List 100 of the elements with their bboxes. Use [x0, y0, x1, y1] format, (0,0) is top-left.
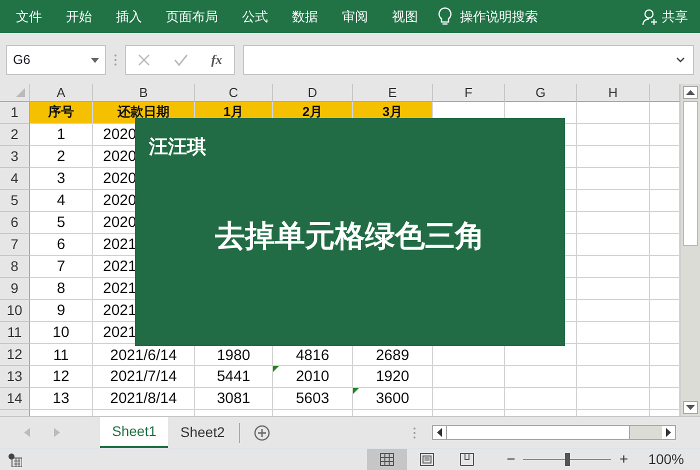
table-cell: 1: [56, 126, 66, 143]
table-cell: 2021/7/14: [110, 368, 177, 385]
table-cell: 7: [56, 258, 66, 275]
table-cell: 3600: [376, 390, 410, 407]
scroll-left-icon[interactable]: [433, 426, 446, 439]
table-cell: 1月: [223, 103, 244, 120]
row-header[interactable]: 4: [0, 168, 30, 190]
table-cell: 4: [56, 192, 66, 209]
ribbon-tab[interactable]: 视图: [380, 0, 430, 33]
chevron-down-icon[interactable]: [676, 57, 685, 63]
table-cell: 2021/6/14: [110, 347, 177, 364]
table-cell: 2689: [376, 347, 410, 364]
table-cell: 2020: [103, 170, 136, 187]
horizontal-scrollbar[interactable]: [432, 425, 676, 440]
table-cell: 5441: [216, 368, 250, 385]
column-header[interactable]: H: [577, 84, 650, 102]
table-cell: 2020: [103, 214, 136, 231]
row-header[interactable]: 11: [0, 322, 30, 344]
empty-cell: [505, 388, 577, 410]
sheet-tab[interactable]: Sheet1: [100, 417, 168, 448]
ribbon-tab[interactable]: 文件: [4, 0, 54, 33]
row-header[interactable]: 9: [0, 278, 30, 300]
ribbon-tab[interactable]: 页面布局: [154, 0, 230, 33]
formula-input[interactable]: [243, 45, 694, 75]
scroll-up-icon[interactable]: [683, 86, 698, 99]
table-cell: 2: [56, 148, 66, 165]
row-header[interactable]: 1: [0, 102, 30, 124]
row-header[interactable]: 5: [0, 190, 30, 212]
ribbon-tab[interactable]: 审阅: [330, 0, 380, 33]
zoom-out-button[interactable]: −: [502, 450, 520, 470]
table-cell: 2021: [103, 258, 136, 275]
ribbon-tab[interactable]: 公式: [230, 0, 280, 33]
table-cell: 13: [52, 390, 70, 407]
zoom-in-button[interactable]: +: [615, 450, 632, 470]
table-cell: 1920: [376, 368, 410, 385]
grid-icon: [380, 453, 394, 466]
view-button[interactable]: [366, 448, 407, 470]
vertical-scrollbar[interactable]: [680, 84, 700, 416]
table-cell: 2010: [296, 368, 330, 385]
ribbon-tab[interactable]: 开始: [54, 0, 104, 33]
column-header[interactable]: G: [505, 84, 577, 102]
row-header[interactable]: 2: [0, 124, 30, 146]
table-cell: 2020: [103, 148, 136, 165]
column-header[interactable]: F: [433, 84, 505, 102]
headline: 去掉单元格绿色三角: [215, 219, 485, 255]
scrollbar-thumb[interactable]: [446, 426, 630, 439]
table-cell: 2021: [103, 236, 136, 253]
author-name: 汪汪琪: [149, 136, 206, 160]
table-cell: 8: [56, 280, 66, 297]
table-cell: 2021: [103, 324, 136, 341]
scroll-right-icon[interactable]: [662, 426, 675, 439]
row-header[interactable]: 8: [0, 256, 30, 278]
table-cell: 还款日期: [118, 103, 170, 120]
table-cell: 3月: [382, 103, 403, 120]
table-cell: 1980: [216, 347, 250, 364]
scrollbar-thumb[interactable]: [683, 101, 698, 246]
table-cell: 序号: [48, 103, 74, 120]
slider-thumb[interactable]: [565, 453, 570, 466]
caret-icon: [91, 58, 99, 62]
row-header[interactable]: 12: [0, 344, 30, 366]
column-header[interactable]: A: [30, 84, 93, 102]
table-cell: 5: [56, 214, 66, 231]
table-cell: 2020: [103, 126, 136, 143]
check-icon[interactable]: [174, 54, 188, 66]
macro-record-icon[interactable]: [8, 452, 22, 466]
table-cell: 9: [56, 302, 66, 319]
table-cell: 4816: [296, 347, 330, 364]
row-header[interactable]: 7: [0, 234, 30, 256]
dots-icon: [114, 54, 117, 66]
table-cell: 2020: [103, 192, 136, 209]
table-cell: 3: [56, 170, 66, 187]
sheet-tab[interactable]: Sheet2: [168, 417, 237, 448]
tell-me-search[interactable]: 操作说明搜索: [460, 6, 538, 26]
person-plus-icon: [642, 8, 658, 26]
share-button[interactable]: 共享: [630, 0, 700, 33]
row-header[interactable]: 3: [0, 146, 30, 168]
row-header[interactable]: 13: [0, 366, 30, 388]
column-header[interactable]: E: [353, 84, 433, 102]
table-cell: 5603: [296, 390, 330, 407]
table-cell: 11: [53, 347, 69, 364]
table-cell: 3081: [216, 390, 250, 407]
column-header[interactable]: C: [195, 84, 273, 102]
ribbon-tab[interactable]: 插入: [104, 0, 154, 33]
scroll-down-icon[interactable]: [683, 401, 698, 414]
column-header[interactable]: B: [93, 84, 195, 102]
insert-function-button[interactable]: fx: [211, 50, 222, 70]
lightbulb-icon: [438, 6, 452, 26]
row-header[interactable]: 10: [0, 300, 30, 322]
add-sheet-icon[interactable]: [254, 424, 270, 440]
table-cell: 12: [52, 368, 70, 385]
row-header[interactable]: 6: [0, 212, 30, 234]
table-cell: 2021/8/14: [110, 390, 177, 407]
table-cell: 2021: [103, 280, 136, 297]
column-header[interactable]: D: [273, 84, 353, 102]
table-cell: 2021: [103, 302, 136, 319]
empty-cell: [505, 366, 577, 388]
row-header[interactable]: 14: [0, 388, 30, 410]
name-box[interactable]: G6: [6, 45, 106, 75]
ribbon-tab[interactable]: 数据: [280, 0, 330, 33]
table-cell: 10: [52, 324, 70, 341]
